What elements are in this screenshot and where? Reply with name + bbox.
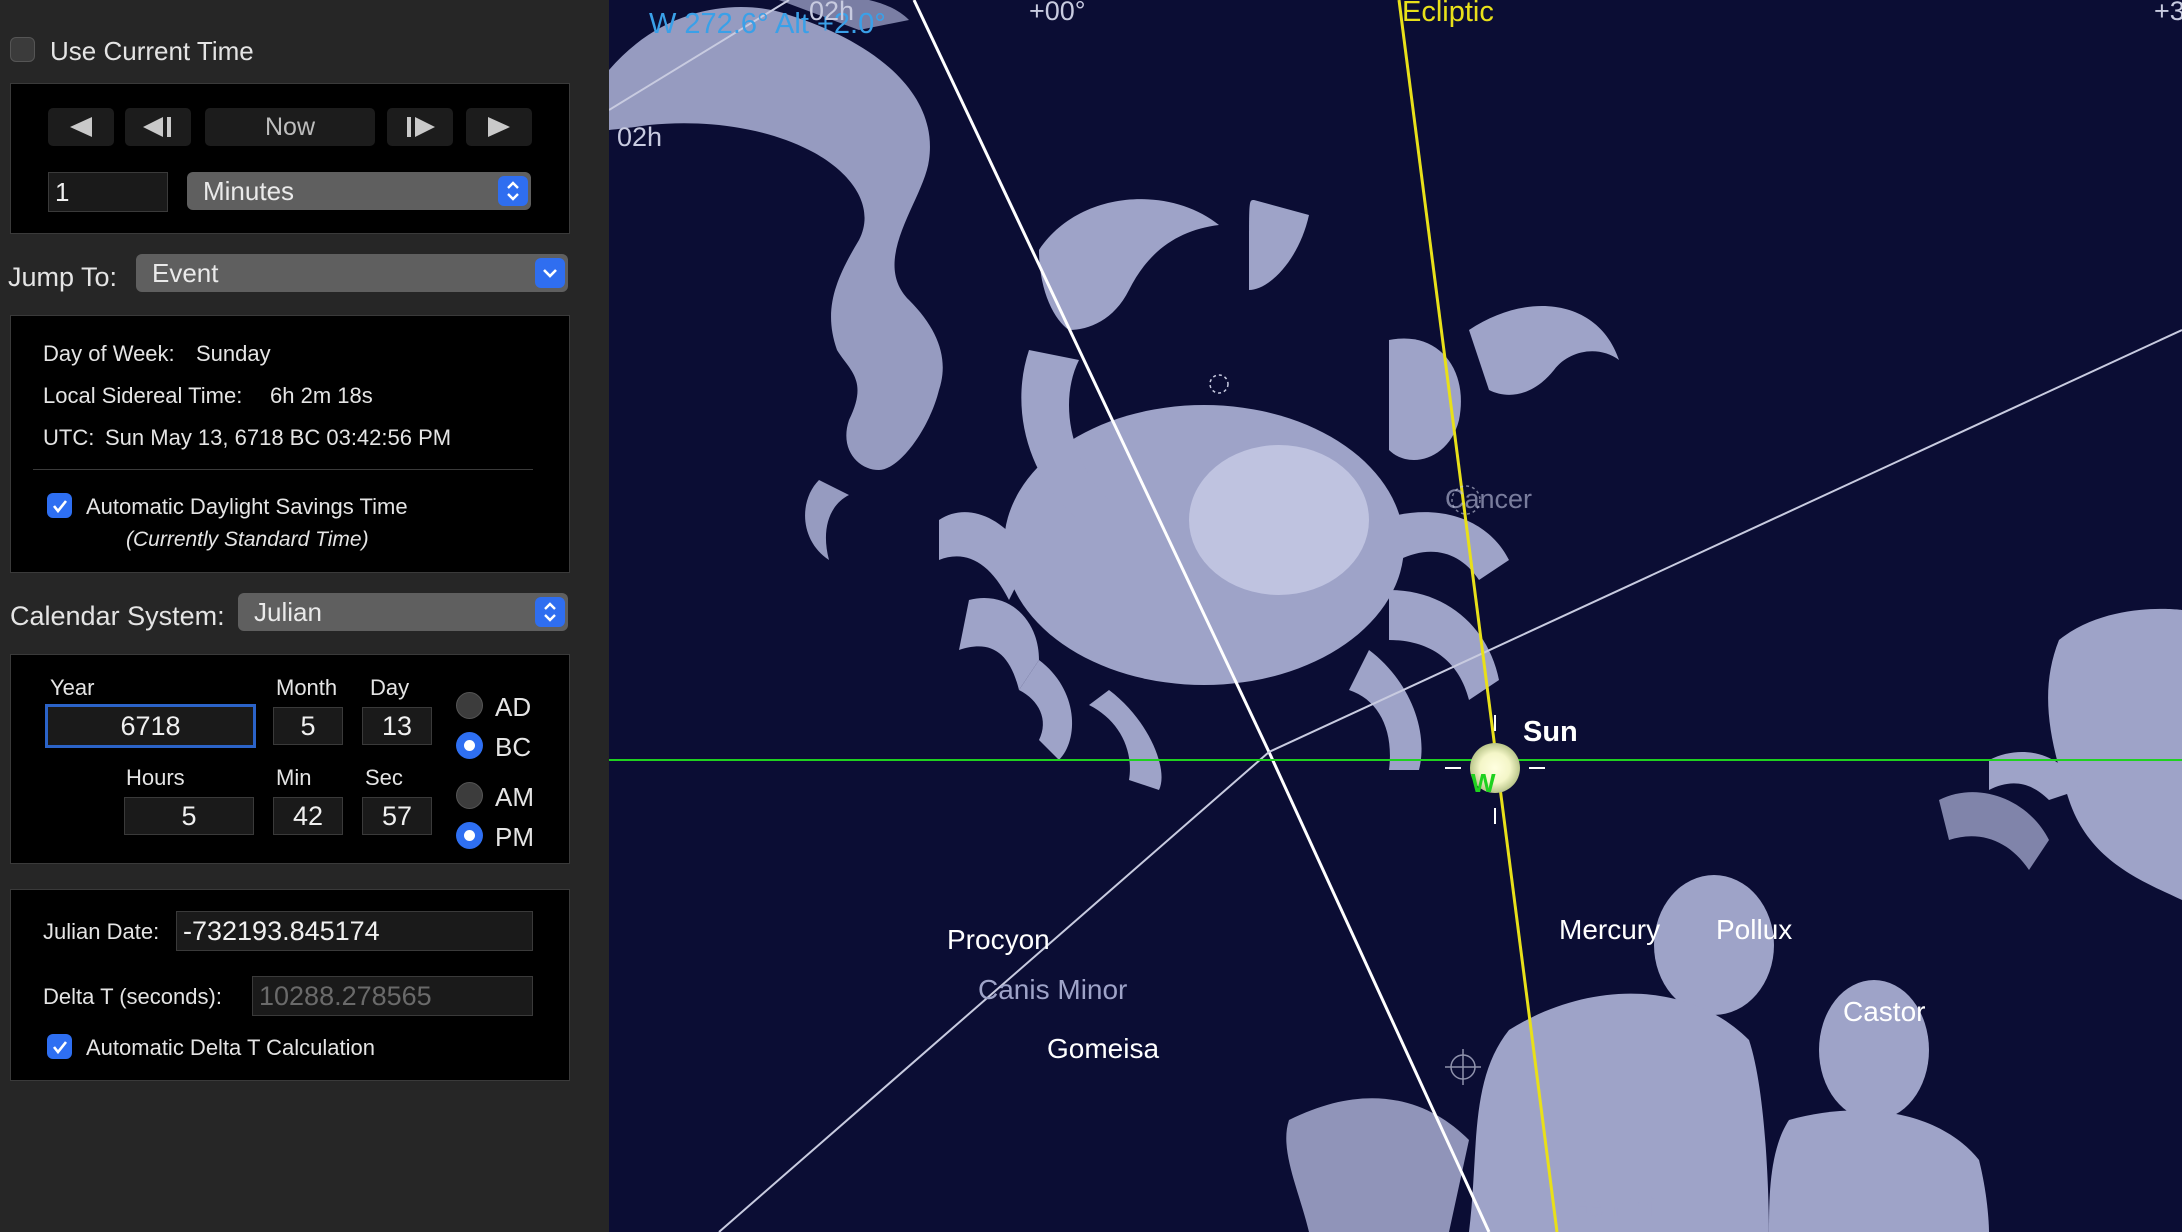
jump-to-value: Event xyxy=(152,257,219,288)
day-of-week-label: Day of Week: xyxy=(43,341,175,366)
hours-label: Hours xyxy=(126,765,185,790)
delta-t-input[interactable]: 10288.278565 xyxy=(252,976,533,1016)
single-step-back-button[interactable] xyxy=(125,108,191,146)
calendar-system-label: Calendar System: xyxy=(10,601,225,631)
pm-label: PM xyxy=(495,822,534,852)
step-back-icon xyxy=(143,117,171,137)
ecliptic-label: Ecliptic xyxy=(1402,0,1494,28)
chevron-down-icon xyxy=(535,258,565,288)
lst-value: 6h 2m 18s xyxy=(270,383,373,408)
time-panel: Use Current Time Now 1 Minutes Jump To: … xyxy=(0,0,609,1232)
stepper-arrows-icon xyxy=(498,176,528,206)
step-amount-input[interactable]: 1 xyxy=(48,172,168,212)
jump-to-select[interactable]: Event xyxy=(136,254,568,292)
dec-grid-label-right: +3 xyxy=(2154,0,2182,26)
checkmark-icon xyxy=(52,499,67,513)
use-current-time-label: Use Current Time xyxy=(50,36,254,66)
procyon-label[interactable]: Procyon xyxy=(947,924,1050,956)
delta-t-label: Delta T (seconds): xyxy=(43,984,222,1009)
step-forward-icon xyxy=(407,117,435,137)
sec-input[interactable]: 57 xyxy=(362,797,432,835)
west-horizon-marker: W xyxy=(1471,768,1496,798)
sky-chart xyxy=(609,0,2182,1232)
year-label: Year xyxy=(50,675,95,700)
play-icon xyxy=(488,117,510,137)
deep-sky-marker xyxy=(1209,374,1229,394)
hours-input[interactable]: 5 xyxy=(124,797,254,835)
dec-grid-label-top: +00° xyxy=(1029,0,1086,26)
mercury-label[interactable]: Mercury xyxy=(1559,914,1660,946)
day-of-week-value: Sunday xyxy=(196,341,271,366)
pollux-label[interactable]: Pollux xyxy=(1716,914,1792,946)
step-back-button[interactable] xyxy=(48,108,114,146)
sun-label[interactable]: Sun xyxy=(1523,716,1578,749)
hydra-figure xyxy=(609,0,943,560)
now-button[interactable]: Now xyxy=(205,108,375,146)
dst-checkbox[interactable] xyxy=(47,493,72,518)
gemini-label: Gemini xyxy=(1567,1191,1656,1222)
ad-radio[interactable] xyxy=(456,692,483,719)
day-input[interactable]: 13 xyxy=(362,707,432,745)
single-step-forward-button[interactable] xyxy=(387,108,453,146)
utc-value: Sun May 13, 6718 BC 03:42:56 PM xyxy=(105,425,452,450)
month-label: Month xyxy=(276,675,338,700)
lst-label: Local Sidereal Time: xyxy=(43,383,243,408)
play-reverse-icon xyxy=(70,117,92,137)
step-forward-button[interactable] xyxy=(466,108,532,146)
bc-label: BC xyxy=(495,732,532,762)
min-label: Min xyxy=(276,765,312,790)
ra-grid-label-left: 02h xyxy=(617,122,663,152)
ad-label: AD xyxy=(495,692,532,722)
julian-date-label: Julian Date: xyxy=(43,919,160,944)
auto-delta-t-checkbox[interactable] xyxy=(47,1034,72,1059)
pm-radio[interactable] xyxy=(456,822,483,849)
calendar-system-value: Julian xyxy=(254,596,322,627)
ra-grid-label-top: 02h xyxy=(809,0,855,26)
day-label: Day xyxy=(370,675,410,700)
auto-delta-t-label: Automatic Delta T Calculation xyxy=(86,1035,375,1060)
info-divider xyxy=(33,469,533,470)
use-current-time-checkbox[interactable] xyxy=(10,37,35,62)
bc-radio[interactable] xyxy=(456,732,483,759)
stepper-arrows-icon xyxy=(535,597,565,627)
julian-date-input[interactable]: -732193.845174 xyxy=(176,911,533,951)
month-input[interactable]: 5 xyxy=(273,707,343,745)
cancer-label: Cancer xyxy=(1445,484,1533,514)
year-input[interactable]: 6718 xyxy=(45,704,256,748)
canis-minor-label: Canis Minor xyxy=(978,974,1128,1005)
step-unit-select[interactable]: Minutes xyxy=(187,172,531,210)
gomeisa-label[interactable]: Gomeisa xyxy=(1047,1033,1159,1065)
dst-note: (Currently Standard Time) xyxy=(126,528,369,551)
min-input[interactable]: 42 xyxy=(273,797,343,835)
crosshair-marker xyxy=(1445,1049,1481,1085)
castor-label[interactable]: Castor xyxy=(1843,996,1925,1028)
jump-to-label: Jump To: xyxy=(8,262,118,292)
utc-label: UTC: xyxy=(43,425,95,450)
dst-label: Automatic Daylight Savings Time xyxy=(86,494,408,519)
checkmark-icon xyxy=(52,1040,67,1054)
sky-view[interactable]: W 272.6° Alt +2.0° 02h 02h +00° +3 Eclip… xyxy=(609,0,2182,1232)
step-unit-value: Minutes xyxy=(203,175,295,206)
am-label: AM xyxy=(495,782,534,812)
calendar-system-select[interactable]: Julian xyxy=(238,593,568,631)
sec-label: Sec xyxy=(365,765,403,790)
am-radio[interactable] xyxy=(456,782,483,809)
